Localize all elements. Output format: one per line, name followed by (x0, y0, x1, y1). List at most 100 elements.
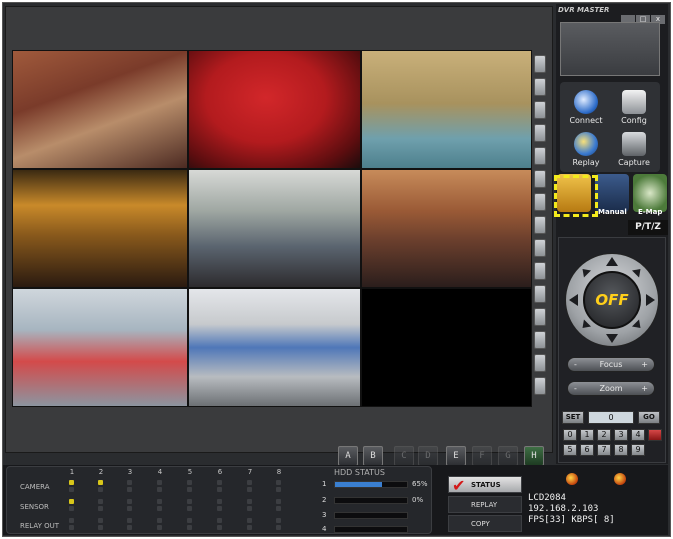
io-led (247, 518, 252, 523)
zoom-plus-button[interactable]: + (641, 382, 648, 396)
ptz-off-button[interactable]: OFF (583, 271, 641, 329)
channel-button-13[interactable] (534, 331, 546, 349)
io-led (247, 499, 252, 504)
channel-button-11[interactable] (534, 285, 546, 303)
io-led (187, 525, 192, 530)
io-led (187, 487, 192, 492)
layout-button-e[interactable]: E (446, 446, 466, 466)
channel-button-9[interactable] (534, 239, 546, 257)
io-led (276, 506, 281, 511)
keypad-5[interactable]: 5 (563, 444, 577, 456)
channel-number-1: 1 (69, 468, 75, 476)
keypad-3[interactable]: 3 (614, 429, 628, 441)
camera-view-3[interactable] (361, 50, 532, 169)
layout-button-b[interactable]: B (363, 446, 383, 466)
arrow-left-icon[interactable] (569, 294, 578, 306)
io-led (157, 499, 162, 504)
camera-view-1[interactable] (12, 50, 188, 169)
camera-view-5[interactable] (188, 169, 361, 288)
arrow-right-icon[interactable] (646, 294, 655, 306)
io-led (157, 487, 162, 492)
hdd-number-3: 3 (322, 511, 327, 519)
alarm-icon-2[interactable] (614, 473, 626, 485)
alarm-icon-1[interactable] (566, 473, 578, 485)
keypad-2[interactable]: 2 (597, 429, 611, 441)
keypad-6[interactable]: 6 (580, 444, 594, 456)
keypad-7[interactable]: 7 (597, 444, 611, 456)
channel-button-8[interactable] (534, 216, 546, 234)
channel-number-5: 5 (187, 468, 193, 476)
camera-view-7[interactable] (12, 288, 188, 407)
io-led (127, 518, 132, 523)
arrow-down-icon[interactable] (606, 334, 618, 343)
io-led (127, 480, 132, 485)
copy-mode-button[interactable]: COPY (448, 515, 522, 532)
connect-button[interactable]: Connect (566, 90, 606, 125)
keypad-0[interactable]: 0 (563, 429, 577, 441)
capture-icon (622, 132, 646, 156)
keypad-8[interactable]: 8 (614, 444, 628, 456)
config-button[interactable]: Config (614, 90, 654, 125)
io-led (98, 499, 103, 504)
replay-icon (574, 132, 598, 156)
layout-button-f[interactable]: F (472, 446, 492, 466)
channel-button-6[interactable] (534, 170, 546, 188)
channel-button-12[interactable] (534, 308, 546, 326)
channel-button-7[interactable] (534, 193, 546, 211)
hdd-bar-1 (334, 481, 408, 488)
camera-view-2[interactable] (188, 50, 361, 169)
io-led (247, 506, 252, 511)
capture-button[interactable]: Capture (614, 132, 654, 167)
arrow-up-icon[interactable] (606, 257, 618, 266)
camera-view-4[interactable] (12, 169, 188, 288)
layout-button-c[interactable]: C (394, 446, 414, 466)
window-controls: _ □ x (620, 6, 668, 24)
io-led (217, 499, 222, 504)
device-ip: 192.168.2.103 (528, 504, 599, 514)
channel-button-4[interactable] (534, 124, 546, 142)
logo-display (560, 22, 660, 76)
preset-go-button[interactable]: GO (638, 411, 660, 424)
channel-number-7: 7 (247, 468, 253, 476)
hdd-number-4: 4 (322, 525, 327, 533)
channel-button-1[interactable] (534, 55, 546, 73)
keypad-clear[interactable] (648, 429, 662, 441)
channel-number-8: 8 (276, 468, 282, 476)
preset-set-button[interactable]: SET (562, 411, 584, 424)
replay-mode-button[interactable]: REPLAY (448, 496, 522, 513)
focus-plus-button[interactable]: + (641, 358, 648, 372)
fps-readout: FPS[33] (528, 515, 566, 525)
layout-button-g[interactable]: G (498, 446, 518, 466)
ptz-tab[interactable]: P/T/Z (628, 220, 668, 235)
emap-tab[interactable] (633, 174, 667, 212)
manual-tab-label: Manual (598, 208, 627, 216)
replay-button[interactable]: Replay (566, 132, 606, 167)
keypad-1[interactable]: 1 (580, 429, 594, 441)
layout-button-d[interactable]: D (418, 446, 438, 466)
channel-button-3[interactable] (534, 101, 546, 119)
channel-button-10[interactable] (534, 262, 546, 280)
selection-highlight (554, 175, 598, 217)
manual-tab[interactable] (595, 174, 629, 212)
hdd-number-2: 2 (322, 496, 327, 504)
io-led (217, 525, 222, 530)
channel-button-14[interactable] (534, 354, 546, 372)
preset-number-field[interactable]: 0 (588, 411, 634, 424)
config-label: Config (621, 116, 647, 125)
channel-button-2[interactable] (534, 78, 546, 96)
camera-view-6[interactable] (361, 169, 532, 288)
layout-button-h[interactable]: H (524, 446, 544, 466)
hdd-percent-2: 0% (412, 496, 424, 504)
camera-view-9-empty[interactable] (361, 288, 532, 407)
channel-number-3: 3 (127, 468, 133, 476)
io-led (247, 487, 252, 492)
checkmark-icon: ✔ (452, 476, 466, 495)
keypad-4[interactable]: 4 (631, 429, 645, 441)
io-led (276, 525, 281, 530)
channel-button-5[interactable] (534, 147, 546, 165)
camera-view-8[interactable] (188, 288, 361, 407)
keypad-9[interactable]: 9 (631, 444, 645, 456)
layout-button-a[interactable]: A (338, 446, 358, 466)
io-led (187, 506, 192, 511)
channel-button-15[interactable] (534, 377, 546, 395)
